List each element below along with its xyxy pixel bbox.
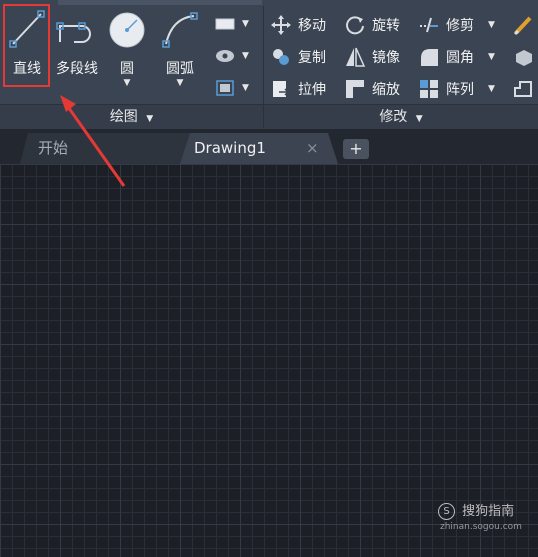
watermark-logo: S 搜狗指南	[438, 500, 514, 520]
watermark-site: zhinan.sogou.com	[440, 522, 522, 532]
watermark-brand: 搜狗指南	[462, 504, 515, 519]
sogou-icon: S	[438, 503, 455, 520]
annotation-arrow	[60, 95, 126, 187]
